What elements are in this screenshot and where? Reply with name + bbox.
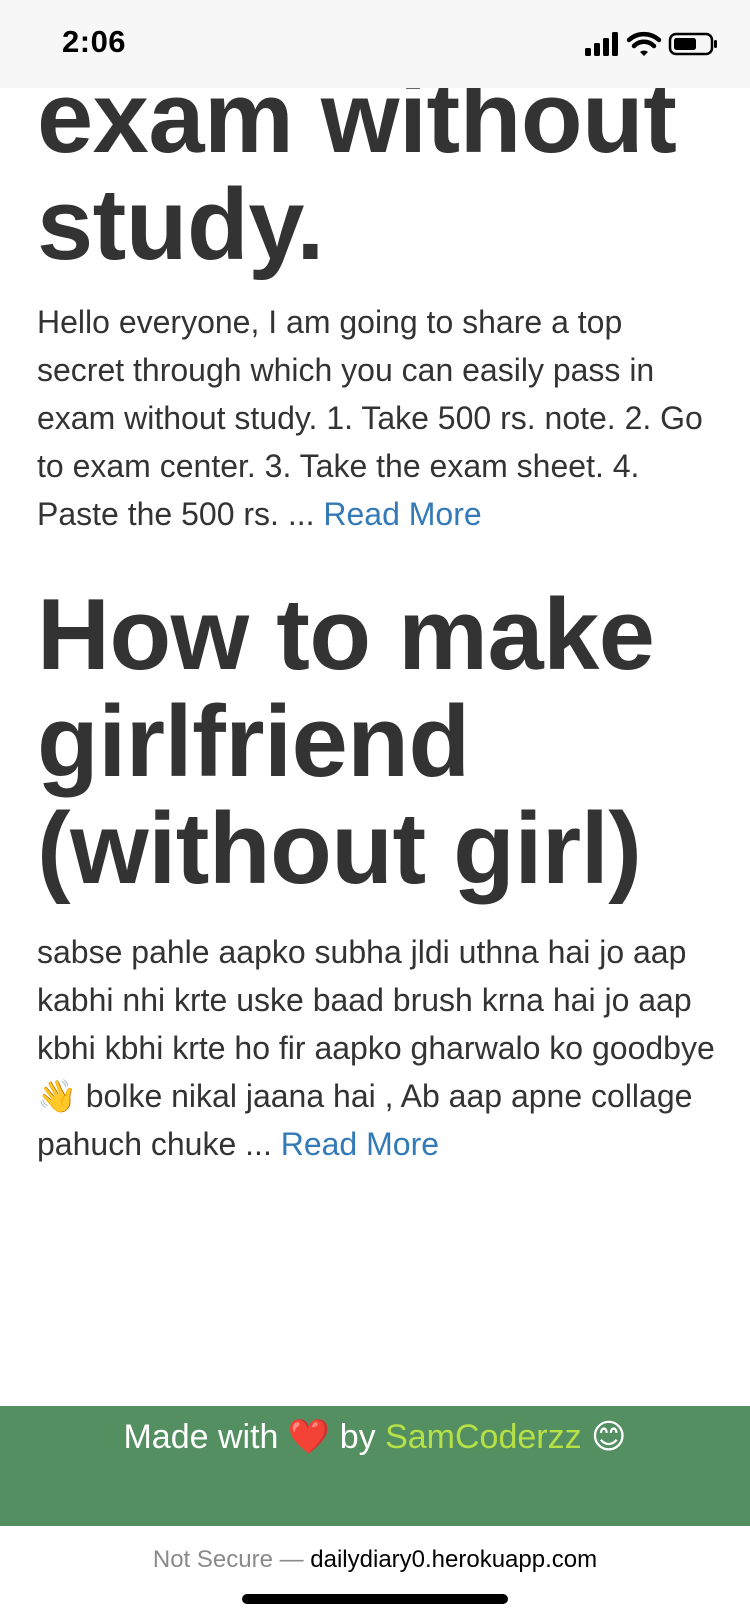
domain-label: dailydiary0.herokuapp.com [310, 1546, 598, 1573]
footer-made-with: Made with [123, 1418, 279, 1456]
address-display[interactable]: Not Secure — dailydiary0.herokuapp.com [0, 1546, 750, 1574]
cellular-signal-icon [585, 32, 618, 56]
wifi-icon [626, 31, 662, 56]
post-title: exam without study. [37, 62, 677, 281]
heart-icon: ❤️ [287, 1417, 331, 1457]
not-secure-label: Not Secure — [152, 1546, 304, 1573]
post-excerpt-text: sabse pahle aapko subha jldi uthna hai j… [37, 934, 715, 1066]
status-bar: 2:06 [0, 0, 750, 88]
battery-icon [668, 32, 717, 56]
browser-address-bar[interactable]: Not Secure — dailydiary0.herokuapp.com [0, 1526, 750, 1624]
status-time: 2:06 [62, 24, 127, 59]
status-icons [585, 30, 720, 60]
author-link[interactable]: SamCoderzz [385, 1418, 582, 1456]
read-more-link[interactable]: Read More [281, 1126, 439, 1162]
footer-by: by [339, 1418, 376, 1456]
waving-hand-icon: 👋 [37, 1077, 77, 1115]
post-title: How to make girlfriend (without girl) [37, 579, 655, 905]
home-indicator[interactable] [242, 1594, 508, 1604]
read-more-link[interactable]: Read More [323, 496, 481, 532]
post-excerpt: sabse pahle aapko subha jldi uthna hai j… [37, 928, 717, 1168]
post-excerpt: Hello everyone, I am going to share a to… [37, 298, 717, 538]
footer-credit: Made with ❤️ by SamCoderzz 😊 [0, 1415, 750, 1459]
site-footer: Made with ❤️ by SamCoderzz 😊 [0, 1406, 750, 1526]
smile-icon: 😊 [591, 1417, 627, 1457]
